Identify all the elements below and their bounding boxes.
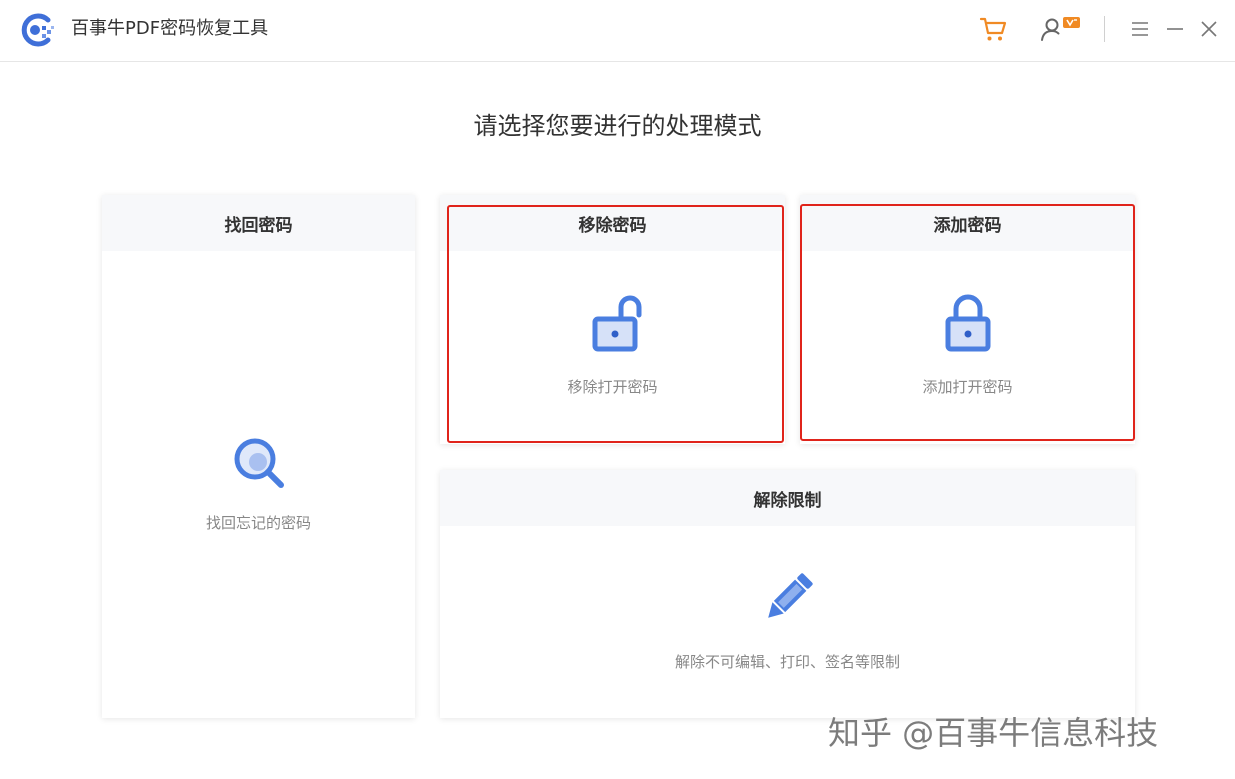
card-title: 添加密码: [800, 195, 1135, 251]
minimize-icon: [1167, 28, 1183, 30]
pencil-icon: [767, 573, 813, 618]
account-button[interactable]: [1038, 12, 1084, 46]
close-icon: [1201, 21, 1217, 37]
app-title: 百事牛PDF密码恢复工具: [71, 18, 269, 39]
card-title: 找回密码: [102, 195, 415, 251]
card-description: 移除打开密码: [567, 378, 658, 396]
menu-icon: [1132, 22, 1148, 36]
cart-button[interactable]: [976, 12, 1010, 46]
recover-password-card[interactable]: 找回密码 找回忘记的密码: [102, 195, 415, 718]
user-account-icon: [1041, 17, 1080, 41]
minimize-button[interactable]: [1158, 12, 1192, 46]
close-button[interactable]: [1192, 12, 1226, 46]
unlocked-padlock-icon: [592, 295, 641, 352]
remove-password-card[interactable]: 移除密码 移除打开密码: [440, 195, 785, 444]
add-password-card[interactable]: 添加密码 添加打开密码: [800, 195, 1135, 444]
toolbar-separator: [1104, 16, 1105, 42]
title-bar: 百事牛PDF密码恢复工具: [0, 0, 1235, 62]
bsn-logo-icon: [21, 13, 54, 47]
shopping-cart-icon: [979, 17, 1007, 41]
card-description: 添加打开密码: [922, 378, 1013, 396]
page-heading: 请选择您要进行的处理模式: [473, 112, 762, 140]
watermark-text: 知乎 @百事牛信息科技: [828, 714, 1159, 752]
menu-button[interactable]: [1123, 12, 1157, 46]
card-title: 移除密码: [440, 195, 785, 251]
card-title: 解除限制: [440, 470, 1135, 526]
remove-restrictions-card[interactable]: 解除限制 解除不可编辑、打印、签名等限制: [440, 470, 1135, 718]
card-description: 解除不可编辑、打印、签名等限制: [674, 653, 900, 671]
magnifier-icon: [234, 438, 284, 488]
locked-padlock-icon: [945, 294, 990, 352]
card-description: 找回忘记的密码: [205, 514, 311, 532]
